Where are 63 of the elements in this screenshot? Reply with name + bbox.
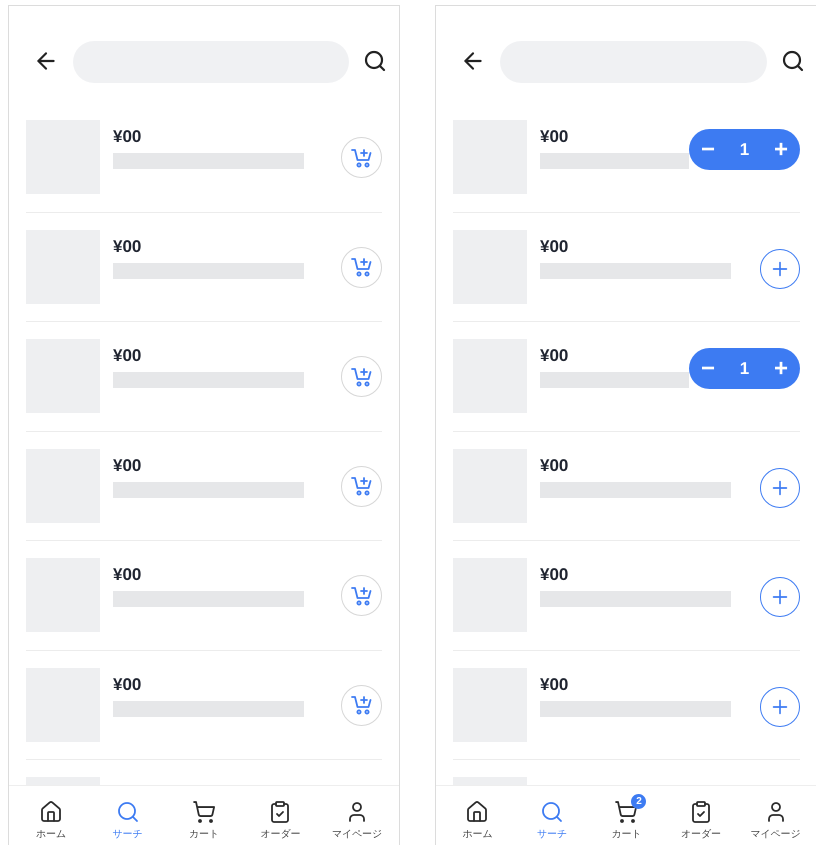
nav-tab[interactable]: サーチ (516, 792, 587, 840)
price: ¥00 (540, 565, 570, 585)
nav-tab[interactable]: カート (168, 792, 239, 840)
quantity: 1 (740, 358, 750, 378)
cart-plus-icon (350, 476, 372, 496)
cart-icon (192, 800, 216, 824)
nav-label: カート (611, 828, 642, 840)
price: ¥00 (113, 127, 142, 147)
nav-label: ホーム (462, 828, 492, 840)
nav-label: マイページ (332, 828, 382, 840)
nav-label: マイページ (750, 828, 801, 840)
cart-plus-icon (350, 366, 372, 386)
price: ¥00 (540, 127, 570, 147)
add-to-cart-button[interactable] (341, 356, 382, 397)
price: ¥00 (113, 236, 142, 256)
nav-label: オーダー (260, 828, 300, 840)
add-to-cart-button[interactable] (341, 575, 382, 616)
price: ¥00 (113, 456, 142, 476)
add-button[interactable] (760, 577, 800, 617)
increase-button[interactable]: + (772, 138, 790, 162)
cart-plus-icon (350, 148, 372, 168)
home-icon (465, 800, 490, 824)
price: ¥00 (113, 346, 142, 366)
cart-icon (614, 800, 638, 824)
search-icon (540, 800, 564, 824)
price: ¥00 (540, 236, 570, 256)
add-to-cart-button[interactable] (341, 246, 382, 288)
price: ¥00 (113, 565, 142, 585)
add-to-cart-button[interactable] (341, 466, 382, 506)
search-icon[interactable] (781, 49, 805, 73)
home-icon (39, 800, 64, 824)
nav-label: オーダー (681, 828, 722, 840)
quantity: 1 (740, 140, 750, 160)
nav-tab[interactable]: マイページ (740, 792, 811, 840)
nav-label: サーチ (112, 828, 143, 840)
increase-button[interactable]: + (772, 356, 790, 380)
nav-tab[interactable]: 2 カート (591, 792, 662, 840)
price: ¥00 (113, 674, 142, 694)
search-icon[interactable] (363, 49, 387, 73)
decrease-button[interactable]: − (699, 356, 718, 380)
nav-tab[interactable]: ホーム (16, 792, 86, 840)
nav-tab[interactable]: オーダー (666, 792, 736, 840)
nav-label: サーチ (536, 828, 567, 840)
add-button[interactable] (760, 468, 800, 508)
nav-tab[interactable]: ホーム (442, 792, 512, 840)
nav-label: ホーム (36, 828, 66, 840)
cart-badge: 2 (631, 794, 646, 808)
search-icon (116, 800, 140, 824)
add-to-cart-button[interactable] (341, 137, 382, 178)
nav-label: カート (188, 828, 219, 840)
cart-plus-icon (350, 586, 372, 606)
price: ¥00 (540, 346, 570, 366)
nav-tab[interactable]: オーダー (245, 792, 316, 840)
decrease-button[interactable]: − (699, 138, 718, 162)
nav-tab[interactable]: サーチ (92, 792, 163, 840)
cart-plus-icon (350, 257, 372, 277)
add-to-cart-button[interactable] (341, 684, 382, 726)
cart-plus-icon (350, 695, 372, 715)
price: ¥00 (540, 674, 570, 694)
add-button[interactable] (760, 248, 800, 288)
nav-tab[interactable]: マイページ (322, 792, 392, 840)
price: ¥00 (540, 456, 570, 476)
add-button[interactable] (760, 686, 800, 726)
